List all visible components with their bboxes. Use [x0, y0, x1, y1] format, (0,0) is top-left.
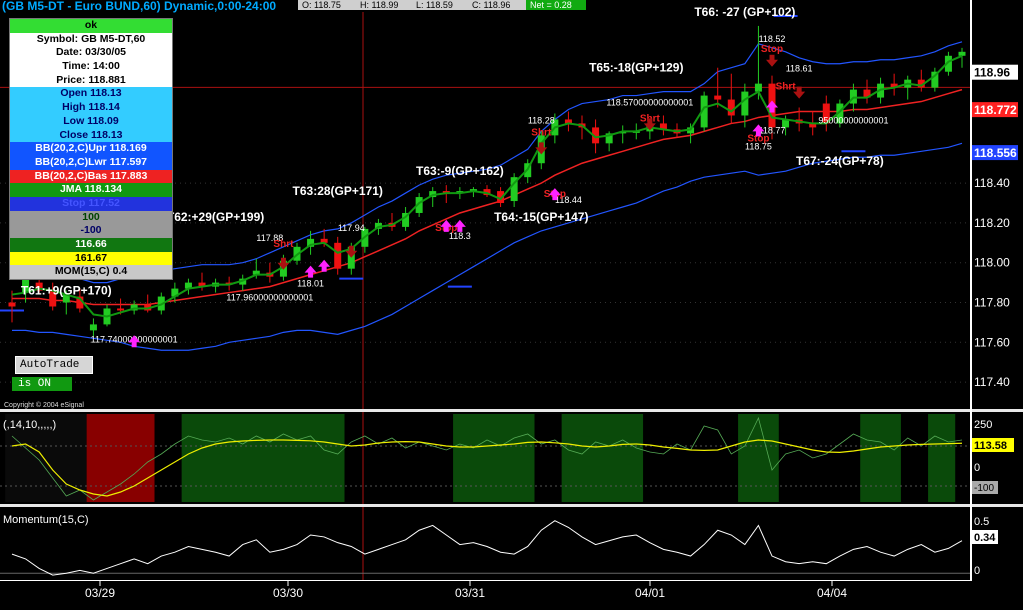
time-tick-label: 03/29 [85, 586, 115, 600]
chart-annotation: T61:+9(GP+170) [21, 284, 112, 298]
momentum-value: 0.34 [974, 532, 996, 544]
data-window-row: Symbol: GB M5-DT,60 [10, 32, 172, 47]
data-window-row: 161.67 [10, 251, 172, 266]
sell-arrow [345, 245, 358, 258]
data-window-row: -100 [10, 224, 172, 238]
cci-region [928, 414, 956, 502]
chart-annotation: T63:28(GP+171) [293, 184, 383, 198]
cci-region [86, 414, 155, 502]
cci-region [738, 414, 779, 502]
chart-title: (GB M5-DT - Euro BUND,60) Dynamic,0:00-2… [2, 0, 276, 13]
data-window-row: Time: 14:00 [10, 60, 172, 74]
chart-annotation: T63:-9(GP+162) [416, 164, 504, 178]
candle-body [117, 308, 125, 311]
sell-arrow [766, 54, 778, 67]
data-window-row: 100 [10, 210, 172, 225]
data-window: ok Symbol: GB M5-DT,60 Date: 03/30/05 Time:… [9, 18, 173, 281]
momentum-tick-05: 0.5 [974, 516, 989, 528]
chart-annotation: 118.01 [297, 279, 324, 289]
candle-body [958, 51, 966, 56]
high-value: H: 118.99 [360, 0, 398, 10]
chart-annotation: Shrt [531, 127, 552, 138]
autotrade-status: is ON [12, 377, 72, 391]
close-value: C: 118.96 [472, 0, 510, 10]
chart-annotation: 118.57000000000001 [606, 98, 693, 108]
chart-annotation: T67:-24(GP+78) [796, 154, 884, 168]
chart-annotation: 118.28 [528, 115, 555, 125]
chart-annotation: 95000000000001 [818, 115, 888, 125]
chart-annotation: 117.96000000000001 [226, 293, 313, 303]
candle-body [334, 242, 342, 269]
cci-value: 113.58 [974, 440, 1007, 452]
data-window-row: Stop 117.52 [10, 196, 172, 211]
time-tick-label: 04/04 [817, 586, 847, 600]
price-tick-label: 117.40 [974, 375, 1010, 389]
data-window-row: MOM(15,C) 0.4 [10, 265, 172, 280]
cci-region [453, 414, 535, 502]
price-badge-label: 118.96 [974, 66, 1010, 80]
chart-annotation: T65:-18(GP+129) [589, 61, 683, 75]
candle-body [89, 324, 97, 331]
chart-annotation: 118.61 [786, 64, 813, 74]
cci-low-value: -100 [974, 483, 994, 494]
data-window-row: 116.66 [10, 238, 172, 252]
cci-region [561, 414, 644, 502]
chart-annotation: 118.52 [759, 34, 786, 44]
cci-tick-250: 250 [974, 419, 992, 431]
autotrade-button[interactable]: AutoTrade [15, 356, 93, 374]
data-window-row: JMA 118.134 [10, 183, 172, 197]
data-window-row: BB(20,2,C)Bas 117.883 [10, 169, 172, 184]
time-tick-label: 04/01 [635, 586, 665, 600]
copyright-text: Copyright © 2004 eSignal [4, 401, 84, 409]
price-tick-label: 118.00 [974, 256, 1010, 270]
low-value: L: 118.59 [416, 0, 453, 10]
price-badge-label: 118.772 [974, 103, 1017, 117]
cci-panel-label: (,14,10,,,,,) [3, 419, 56, 431]
price-tick-label: 118.20 [974, 216, 1010, 230]
price-tick-label: 118.40 [974, 176, 1010, 190]
price-badge-label: 118.556 [974, 146, 1017, 160]
net-value: Net = 0.28 [530, 0, 572, 10]
cci-tick-0: 0 [974, 462, 980, 474]
candle-body [714, 95, 722, 100]
price-axis-ticks: 118.40 118.20 118.00 117.80 117.60 117.40 118.… [972, 64, 1018, 389]
cci-region [860, 414, 901, 502]
candle-body [8, 302, 16, 307]
chart-annotation: T62:+29(GP+199) [167, 210, 264, 224]
time-tick-label: 03/31 [455, 586, 485, 600]
momentum-plot [0, 520, 970, 576]
time-tick-label: 03/30 [273, 586, 303, 600]
data-window-row: Date: 03/30/05 [10, 46, 172, 61]
candle-body [741, 91, 749, 116]
chart-annotation: Stop [761, 44, 783, 55]
chart-annotation: T64:-15(GP+147) [494, 210, 588, 224]
open-value: O: 118.75 [302, 0, 341, 10]
time-axis-ticks: 03/29 03/30 03/31 04/01 04/04 [85, 581, 847, 600]
cci-region [181, 414, 345, 502]
data-window-row: Price: 118.881 [10, 73, 172, 88]
data-window-row: ok [10, 19, 172, 33]
momentum-tick-0: 0 [974, 565, 980, 577]
data-window-row: BB(20,2,C)Upr 118.169 [10, 142, 172, 156]
data-window-row: Low 118.09 [10, 114, 172, 129]
candle-body [754, 83, 762, 92]
data-window-row: Close 118.13 [10, 128, 172, 143]
data-window-row: BB(20,2,C)Lwr 117.597 [10, 155, 172, 170]
chart-annotation: T66: -27 (GP+102) [694, 5, 795, 19]
data-window-row: High 118.14 [10, 101, 172, 115]
momentum-line [11, 520, 963, 576]
price-tick-label: 117.60 [974, 335, 1010, 349]
data-window-row: Open 118.13 [10, 87, 172, 102]
sell-arrow [277, 257, 290, 270]
chart-annotation: 117.94 [338, 223, 365, 233]
cci-plot [0, 414, 970, 502]
candle-body [727, 99, 735, 116]
price-tick-label: 117.80 [974, 296, 1010, 310]
chart-annotation: Shrt [776, 82, 797, 93]
momentum-panel-label: Momentum(15,C) [3, 514, 89, 526]
chart-annotation: Shrt [273, 239, 294, 250]
